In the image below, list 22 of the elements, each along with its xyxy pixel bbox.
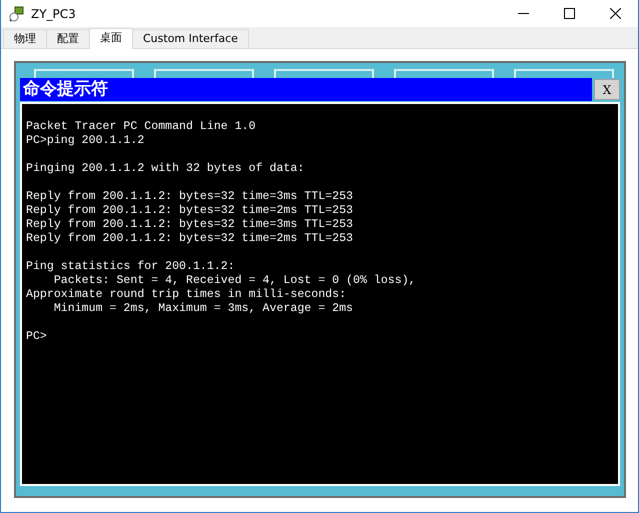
terminal-line: PC>ping 200.1.1.2 bbox=[26, 134, 146, 148]
tab[interactable]: 桌面 bbox=[89, 28, 133, 49]
command-prompt-title: 命令提示符 bbox=[20, 78, 592, 101]
terminal-line: Packet Tracer PC Command Line 1.0 bbox=[26, 120, 257, 134]
terminal-line: Reply from 200.1.1.2: bytes=32 time=3ms TTL=253 bbox=[26, 190, 354, 204]
terminal-line: PC> bbox=[26, 330, 48, 344]
terminal-line: Approximate round trip times in milli-seconds: bbox=[26, 288, 348, 302]
close-icon bbox=[610, 8, 620, 19]
terminal-line: Ping statistics for 200.1.1.2: bbox=[26, 260, 236, 274]
terminal-line: Packets: Sent = 4, Received = 4, Lost = 0 (0% loss), bbox=[52, 274, 417, 288]
terminal-line: Reply from 200.1.1.2: bytes=32 time=2ms TTL=253 bbox=[26, 232, 354, 246]
tab[interactable]: Custom Interface bbox=[132, 29, 249, 48]
terminal-line: Reply from 200.1.1.2: bytes=32 time=3ms TTL=253 bbox=[26, 218, 354, 232]
minimize-icon bbox=[518, 13, 528, 14]
close-button[interactable]: X bbox=[594, 79, 620, 100]
terminal-line: Pinging 200.1.1.2 with 32 bytes of data: bbox=[26, 162, 306, 176]
window-title: ZY_PC3 bbox=[31, 6, 76, 22]
tab[interactable]: 物理 bbox=[3, 29, 47, 48]
terminal-line: Minimum = 2ms, Maximum = 3ms, Average = 2ms bbox=[52, 302, 354, 316]
terminal-line: Reply from 200.1.1.2: bytes=32 time=2ms TTL=253 bbox=[26, 204, 354, 218]
maximize-icon bbox=[564, 8, 574, 19]
app-icon bbox=[9, 6, 25, 22]
